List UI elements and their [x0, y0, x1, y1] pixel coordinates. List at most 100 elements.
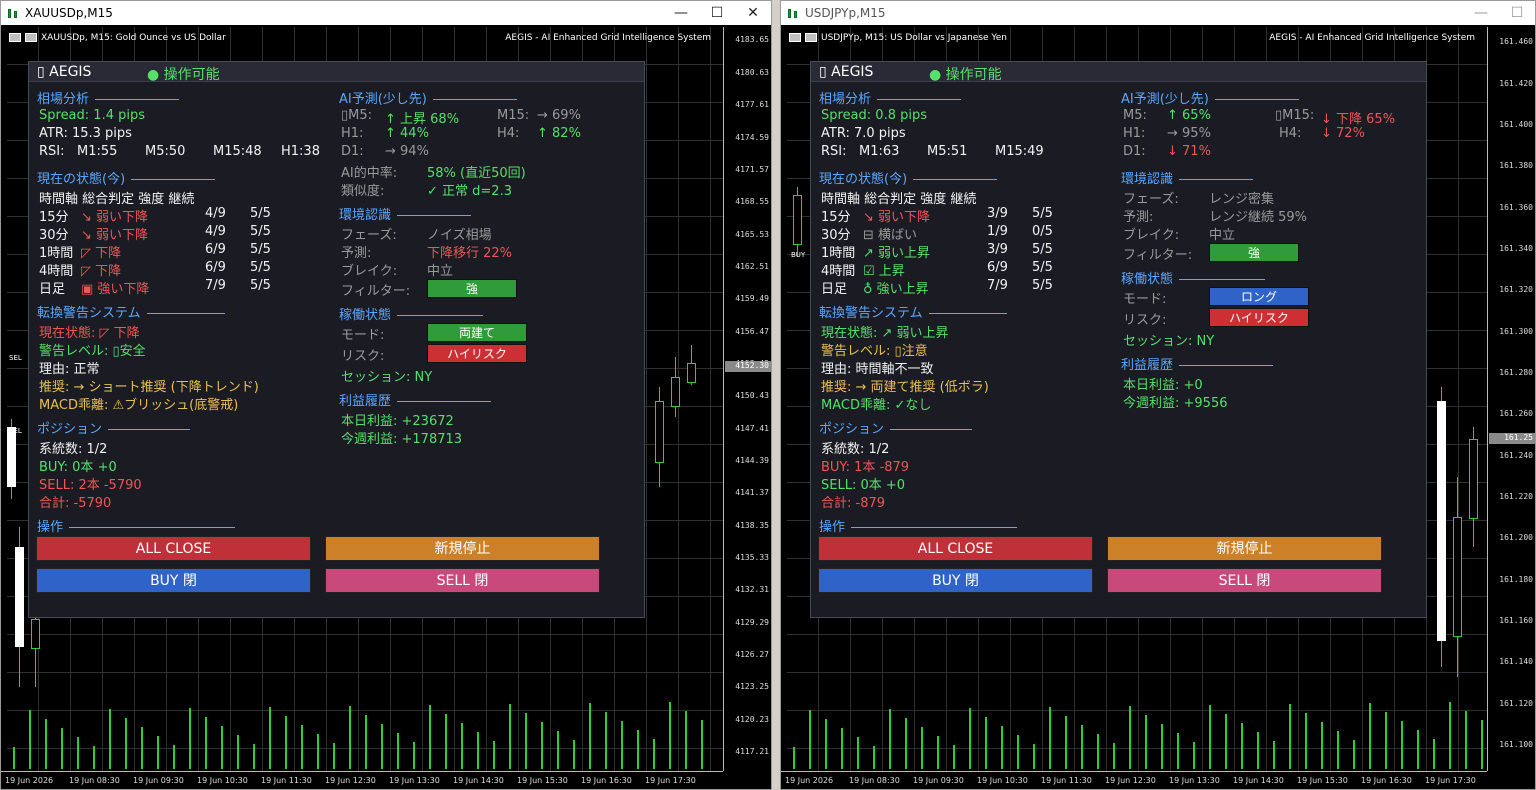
- row-tf: 15分: [39, 210, 69, 225]
- row-continue: 5/5: [250, 278, 271, 293]
- ea-icon: [25, 33, 37, 42]
- maximize-button[interactable]: ☐: [1499, 5, 1535, 21]
- row-strength: 6/9: [205, 260, 226, 275]
- volume-bar: [1417, 730, 1419, 769]
- today-profit: 本日利益: +0: [1123, 378, 1203, 393]
- row-tf: 日足: [39, 282, 66, 297]
- rsi-m15: M15:48: [213, 144, 262, 159]
- candle: [655, 401, 664, 463]
- section-market-analysis: 相場分析: [37, 88, 179, 107]
- status-indicator: ● 操作可能: [147, 67, 220, 83]
- volume-bar: [189, 708, 191, 769]
- ai-m15-label: ▯M15:: [1275, 108, 1315, 123]
- volume-bar: [873, 746, 875, 769]
- window-titlebar[interactable]: XAUUSDp,M15 — ☐ ✕: [1, 1, 771, 25]
- buy-close-button[interactable]: BUY 閉: [36, 568, 311, 593]
- volume-bar: [1177, 733, 1179, 769]
- row-continue: 5/5: [250, 206, 271, 221]
- price-scale[interactable]: 4183.65 4180.63 4177.61 4174.59 4171.57 4168.…: [723, 27, 771, 771]
- row-tf: 日足: [821, 282, 848, 297]
- break-value: 中立: [427, 264, 454, 279]
- all-close-button[interactable]: ALL CLOSE: [36, 536, 311, 561]
- chart-app-icon: [787, 7, 801, 19]
- warning-reason: 理由: 正常: [39, 362, 100, 377]
- candle: [687, 363, 696, 383]
- price-tick: 4150.43: [735, 391, 769, 401]
- minimize-button[interactable]: —: [1463, 5, 1499, 21]
- minimize-button[interactable]: —: [663, 5, 699, 21]
- section-operation-status: 稼働状態: [1121, 268, 1265, 287]
- stop-new-button[interactable]: 新規停止: [1107, 536, 1382, 561]
- sell-close-button[interactable]: SELL 閉: [325, 568, 600, 593]
- volume-bar: [653, 739, 655, 769]
- price-scale[interactable]: 161.460 161.420 161.400 161.380 161.360 161.3…: [1487, 27, 1535, 771]
- volume-bar: [1049, 707, 1051, 769]
- maximize-button[interactable]: ☐: [699, 5, 735, 21]
- volume-bar: [1001, 726, 1003, 769]
- volume-bar: [953, 745, 955, 769]
- row-judge: ↘ 弱い下降: [863, 210, 931, 225]
- atr-value: ATR: 15.3 pips: [39, 126, 132, 141]
- volume-bar: [1193, 742, 1195, 769]
- volume-bar: [1097, 734, 1099, 769]
- stop-new-button[interactable]: 新規停止: [325, 536, 600, 561]
- break-label: ブレイク:: [1123, 228, 1180, 243]
- warning-reason: 理由: 時間軸不一致: [821, 362, 934, 377]
- buy-close-button[interactable]: BUY 閉: [818, 568, 1093, 593]
- chart-window-usdjpy[interactable]: USDJPYp,M15 — ☐ USDJPYp, M15: US Dollar …: [780, 0, 1536, 790]
- volume-bar: [461, 723, 463, 769]
- all-close-button[interactable]: ALL CLOSE: [818, 536, 1093, 561]
- volume-bar: [365, 715, 367, 769]
- volume-bar: [701, 720, 703, 769]
- price-tick: 4165.53: [735, 229, 769, 239]
- price-tick: 4171.57: [735, 164, 769, 174]
- row-tf: 4時間: [821, 264, 856, 279]
- volume-bar: [969, 708, 971, 769]
- volume-bar: [637, 730, 639, 769]
- ai-d1-value: ↓ 71%: [1167, 144, 1211, 159]
- row-continue: 5/5: [1032, 278, 1053, 293]
- ai-h1-label: H1:: [1123, 126, 1146, 141]
- volume-bar: [937, 736, 939, 769]
- price-tick: 4159.49: [735, 294, 769, 304]
- panel-header[interactable]: ▯ AEGIS ● 操作可能: [29, 62, 644, 83]
- total-position: 合計: -5790: [39, 496, 112, 511]
- price-tick: 4120.23: [735, 714, 769, 724]
- sell-close-button[interactable]: SELL 閉: [1107, 568, 1382, 593]
- price-tick: 161.120: [1499, 698, 1533, 708]
- row-strength: 6/9: [205, 242, 226, 257]
- row-tf: 30分: [821, 228, 851, 243]
- section-reversal-warning: 転換警告システム: [819, 302, 1007, 321]
- ai-hit-label: AI的中率:: [341, 166, 398, 181]
- window-titlebar[interactable]: USDJPYp,M15 — ☐: [781, 1, 1535, 25]
- similarity-label: 類似度:: [341, 184, 385, 199]
- row-judge: ♁ 強い上昇: [863, 282, 929, 297]
- row-continue: 0/5: [1032, 224, 1053, 239]
- volume-bar: [1161, 724, 1163, 769]
- time-tick: 19 Jun 17:30: [645, 776, 696, 785]
- rsi-m5: M5:50: [145, 144, 186, 159]
- window-title: USDJPYp,M15: [805, 6, 886, 20]
- volume-bar: [301, 725, 303, 769]
- candle: [15, 547, 24, 647]
- row-tf: 1時間: [821, 246, 856, 261]
- row-judge: ↘ 弱い下降: [81, 210, 149, 225]
- ai-hit-value: 58% (直近50回): [427, 166, 526, 181]
- time-tick: 19 Jun 09:30: [133, 776, 184, 785]
- rsi-h1: H1:38: [281, 144, 320, 159]
- status-indicator: ● 操作可能: [929, 67, 1002, 83]
- volume-bar: [685, 711, 687, 769]
- close-button[interactable]: ✕: [735, 5, 771, 21]
- volume-bar: [237, 735, 239, 769]
- ai-m5-label: M5:: [1123, 108, 1147, 123]
- time-scale[interactable]: 19 Jun 2026 19 Jun 08:30 19 Jun 09:30 19 Ju…: [781, 771, 1487, 789]
- candle: [671, 377, 680, 407]
- chart-window-xauusd[interactable]: XAUUSDp,M15 — ☐ ✕ XAUUSDp, M15: Gold Oun…: [0, 0, 772, 790]
- volume-bar: [1321, 722, 1323, 769]
- panel-header[interactable]: ▯ AEGIS ● 操作可能: [811, 62, 1426, 83]
- volume-bar: [1385, 712, 1387, 769]
- candle: [1469, 439, 1478, 519]
- row-judge: ◸ 下降: [81, 264, 122, 279]
- time-scale[interactable]: 19 Jun 2026 19 Jun 08:30 19 Jun 09:30 19 Ju…: [1, 771, 723, 789]
- week-profit: 今週利益: +178713: [341, 432, 463, 447]
